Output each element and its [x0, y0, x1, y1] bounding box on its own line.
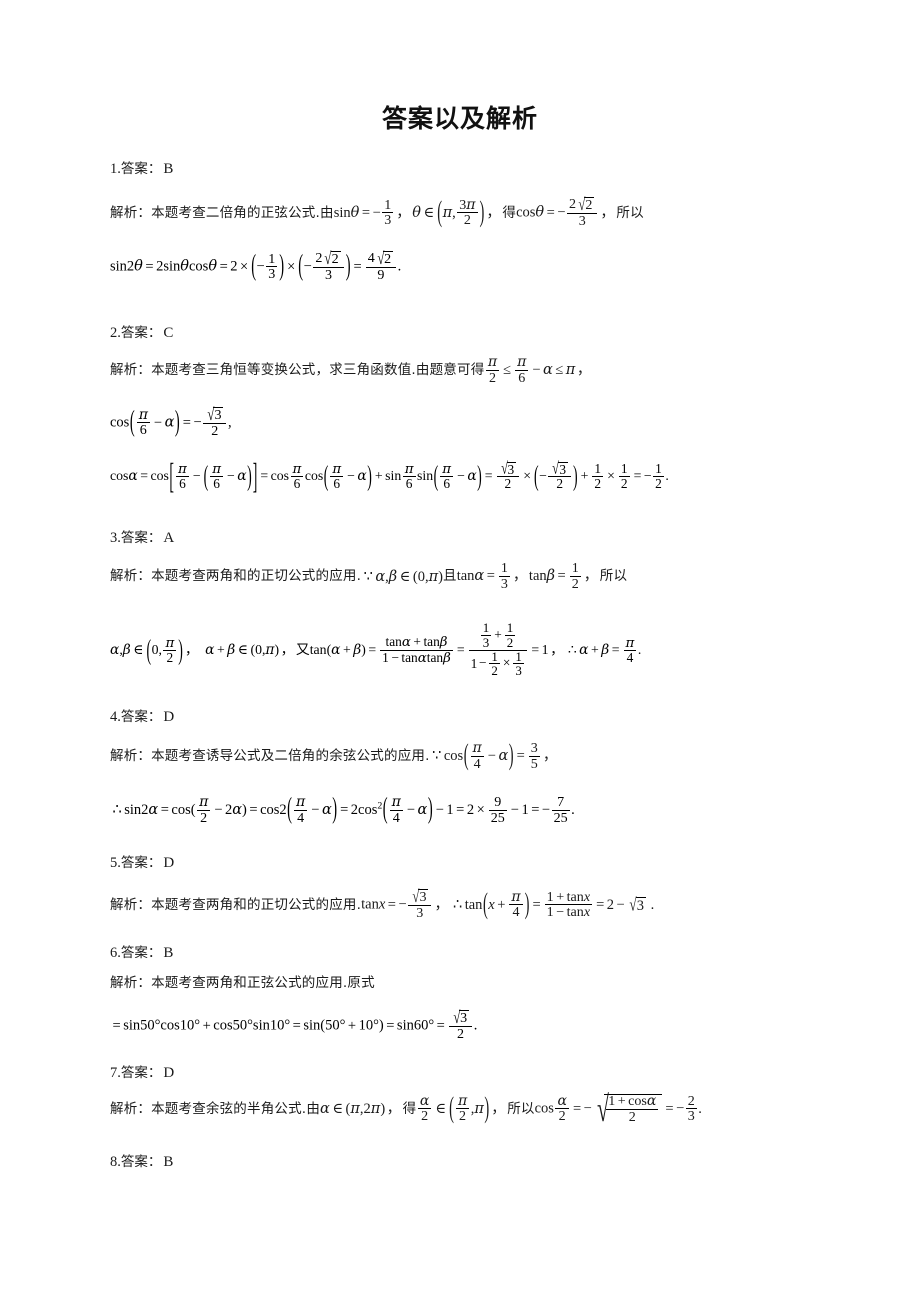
formula-cos-theta: cosθ = −2 √ 2 3 [516, 195, 599, 229]
item-number: 7. [110, 1065, 121, 1081]
inline-suoyi: 所以 [599, 568, 628, 585]
formula-inequality: π 2 ≤ π 6− α ≤ π [485, 354, 576, 386]
answer-heading-2: 2.答案： C [110, 321, 850, 342]
formula-sin2theta: sin2θ = 2sinθcosθ = 2 × (− 1 3) × (− 2 √ 2 3) = 4 √ 2 9. [110, 247, 402, 283]
answer-heading-3: 3.答案： A [110, 526, 850, 547]
answer-value: B [163, 1154, 174, 1170]
analysis-line-7a: 解析：本题考查余弦的半角公式.由α ∈ (π,2π)，得 α 2 ∈(π 2 ,π)，所以co… [110, 1089, 702, 1130]
item-number: 2. [110, 325, 121, 341]
inline-suoyi: 所以 [507, 1100, 535, 1117]
analysis-text: 本题考查两角和的正切公式的应用. [151, 568, 362, 585]
analysis-text: 本题考查两角和正弦公式的应用. [151, 975, 348, 991]
formula-tan-beta: tanβ = 1 2 [528, 560, 581, 592]
analysis-line-3a: 解析：本题考查两角和的正切公式的应用. ∵ α,β ∈ (0,π)且tanα = 1 3， ta… [110, 560, 628, 592]
answer-label: 答案： [120, 161, 162, 177]
answer-heading-8: 8.答案： B [110, 1150, 850, 1171]
answer-heading-6: 6.答案： B [110, 941, 850, 962]
formula-tan-sum: α,β ∈ (0, π 2)， α + β ∈ (0,π)，又tan(α + β) = tanα + tanβ… [110, 620, 642, 679]
answer-value: D [163, 709, 175, 725]
analysis-label: 解析： [110, 204, 152, 221]
item-number: 6. [110, 945, 121, 961]
analysis-label: 解析： [110, 896, 152, 913]
answer-value: C [163, 325, 174, 341]
formula-half-alpha-domain: α 2 ∈(π 2 ,π) [417, 1091, 490, 1125]
formula-cos-half-alpha: cos α 2 = − √ 1 + cosα 2 = −2 3 [534, 1089, 697, 1130]
analysis-text: 本题考查余弦的半角公式. [151, 1100, 307, 1117]
answer-value: A [163, 530, 175, 546]
formula-sin-theta: sinθ = −1 3 [333, 196, 394, 229]
item-number: 4. [110, 709, 121, 725]
answer-label: 答案： [120, 1065, 162, 1081]
answer-key-page: 答案以及解析 1.答案： B 解析：本题考查二倍角的正弦公式.由sinθ = −1 3，… [0, 0, 920, 1302]
answer-heading-7: 7.答案： D [110, 1061, 850, 1082]
formula-theta-range: θ ∈ (π, 3π 2) [412, 196, 485, 229]
analysis-text: 本题考查两角和的正切公式的应用. [151, 896, 362, 913]
inline-you: 由 [320, 204, 334, 221]
answer-heading-5: 5.答案： D [110, 851, 850, 872]
formula-block-6: = sin50°cos10° + cos50°sin10° = sin(50° +10°) =… [110, 1006, 850, 1042]
analysis-label: 解析： [110, 568, 152, 585]
answer-label: 答案： [120, 325, 162, 341]
answer-value: B [163, 161, 174, 177]
formula-tan-x: tanx = − √ 3 3 [361, 887, 433, 921]
inline-yuanshi: 原式 [347, 975, 375, 991]
analysis-label: 解析： [110, 748, 152, 765]
formula-tan-x-plus-pi4: ∴ tan(x + π 4) = 1 + tanx 1− tanx = 2− √ 3 [452, 888, 646, 921]
formula-block-4: ∴ sin2α = cos(π 2−2α) = cos2(π 4− α) = 2cos2(π 4− α)… [110, 793, 850, 826]
analysis-label: 解析： [110, 362, 152, 379]
analysis-line-1a: 解析：本题考查二倍角的正弦公式.由sinθ = −1 3， θ ∈ (π, 3π 2)，得cos… [110, 193, 644, 229]
formula-cos-pi6-alpha: cos(π 6− α) = − √ 3 2, [110, 403, 232, 439]
analysis-line-5a: 解析：本题考查两角和的正切公式的应用.tanx = − √ 3 3， ∴ tan(x + π 4) =… [110, 885, 655, 921]
formula-block-2a: cos(π 6− α) = − √ 3 2, [110, 403, 850, 439]
inline-you: 由 [306, 1100, 321, 1117]
formula-cos-alpha-expansion: cosα = cos[π 6−(π 6− α)] = cos π 6 cos(π 6− α) + sin π 6… [110, 456, 669, 496]
answer-label: 答案： [120, 709, 162, 725]
formula-alpha-beta-domain: ∵ α,β ∈ (0,π) [363, 568, 443, 585]
formula-cos-pi4-alpha: ∵ cos(π 4− α) = 3 5 [432, 739, 540, 773]
answer-heading-1: 1.答案： B [110, 157, 850, 178]
analysis-line-2a: 解析：本题考查三角恒等变换公式，求三角函数值.由题意可得 π 2 ≤ π 6− α ≤ π， [110, 354, 592, 386]
analysis-text: 本题考查二倍角的正弦公式. [151, 204, 321, 221]
analysis-label: 解析： [110, 1100, 152, 1117]
formula-sin2alpha: ∴ sin2α = cos(π 2−2α) = cos2(π 4− α) = 2cos2(π 4− α)… [112, 793, 575, 826]
formula-alpha-domain: α ∈ (π,2π) [320, 1101, 386, 1117]
analysis-text: 本题考查三角恒等变换公式，求三角函数值. [151, 362, 416, 379]
answer-label: 答案： [120, 530, 162, 546]
formula-tan-alpha: tanα = 1 3 [456, 560, 510, 592]
item-number: 8. [110, 1154, 121, 1170]
analysis-label: 解析： [110, 975, 152, 991]
formula-sin50-cos10: = sin50°cos10° + cos50°sin10° = sin(50° +10°) =… [112, 1006, 478, 1042]
answer-value: D [163, 1065, 175, 1081]
answer-heading-4: 4.答案： D [110, 705, 850, 726]
inline-de: 得 [502, 204, 517, 221]
answer-label: 答案： [120, 855, 162, 871]
inline-suoyi: 所以 [616, 204, 644, 221]
inline-qie: 且 [442, 568, 457, 585]
inline-you2: 又 [295, 642, 310, 659]
answer-label: 答案： [120, 1154, 162, 1170]
formula-block-2b: cosα = cos[π 6−(π 6− α)] = cos π 6 cos(π 6− α) + sin π 6… [110, 456, 850, 496]
item-number: 5. [110, 855, 121, 871]
item-number: 1. [110, 161, 121, 177]
formula-block-3: α,β ∈ (0, π 2)， α + β ∈ (0,π)，又tan(α + β) = tanα + tanβ… [110, 620, 850, 679]
analysis-line-6a: 解析：本题考查两角和正弦公式的应用.原式 [110, 974, 850, 992]
inline-de: 得 [402, 1100, 417, 1117]
analysis-line-4a: 解析：本题考查诱导公式及二倍角的余弦公式的应用. ∵ cos(π 4− α) = 3 5， [110, 739, 558, 773]
answer-value: D [163, 855, 175, 871]
answer-value: B [163, 945, 174, 961]
answer-label: 答案： [120, 945, 162, 961]
item-number: 3. [110, 530, 121, 546]
analysis-text: 本题考查诱导公式及二倍角的余弦公式的应用. [151, 748, 430, 765]
formula-block-1: sin2θ = 2sinθcosθ = 2 × (− 1 3) × (− 2 √ 2 3) = 4 √ 2 9. [110, 247, 850, 283]
inline-youtiyi: 由题意可得 [415, 362, 485, 379]
page-title: 答案以及解析 [381, 104, 538, 133]
